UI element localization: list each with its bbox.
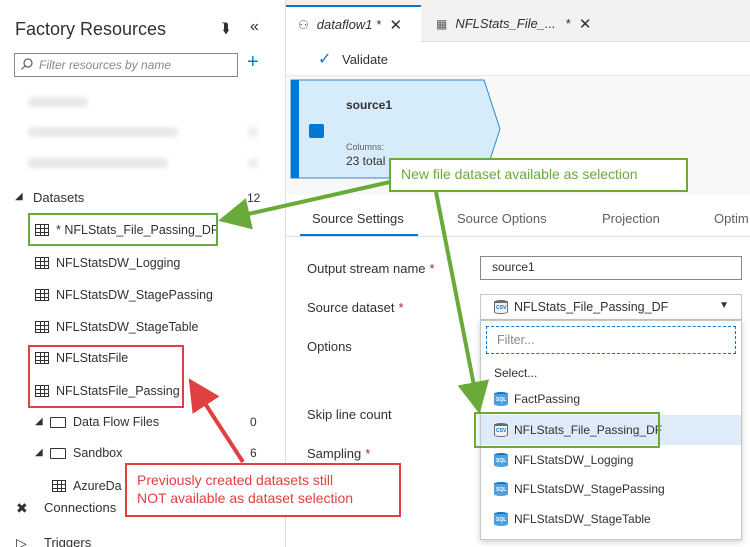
red-callout: Previously created datasets still NOT av… (125, 463, 401, 517)
green-callout: New file dataset available as selection (389, 158, 688, 192)
